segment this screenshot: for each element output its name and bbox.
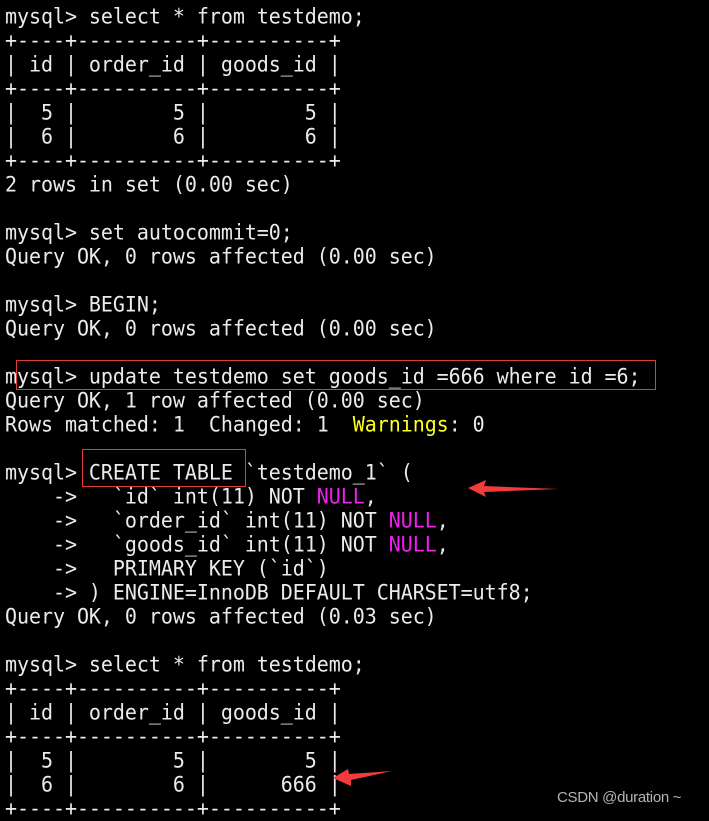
arrow-updated-value-icon bbox=[333, 769, 392, 786]
watermark: CSDN @duration ~ bbox=[557, 789, 682, 806]
arrow-create-table-icon bbox=[468, 480, 558, 497]
annotation-arrows bbox=[333, 480, 558, 786]
